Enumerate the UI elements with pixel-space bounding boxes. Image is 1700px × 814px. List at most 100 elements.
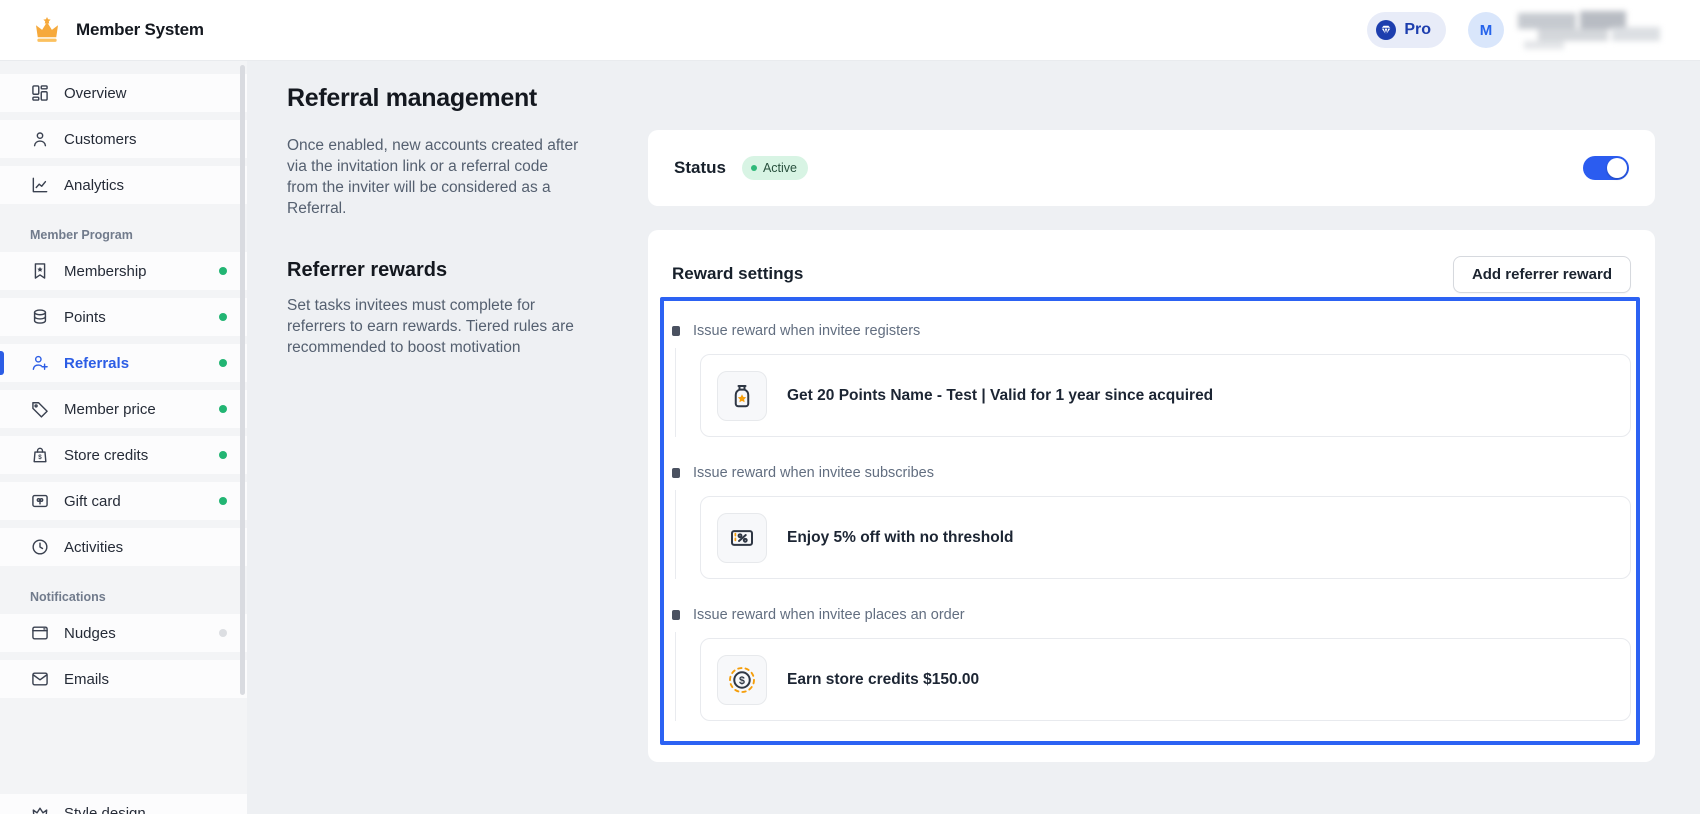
coupon-icon — [717, 513, 767, 563]
reward-group-order: Issue reward when invitee places an orde… — [672, 606, 1631, 721]
reward-settings-header: Reward settings Add referrer reward — [672, 256, 1631, 292]
status-label: Status — [674, 158, 726, 178]
sidebar-item-style-design[interactable]: Style design — [0, 794, 247, 814]
referrer-rewards-title: Referrer rewards — [287, 259, 583, 282]
green-dot-icon — [751, 165, 757, 171]
sidebar-section-member-program: Member Program — [30, 228, 247, 246]
sidebar-item-member-price[interactable]: Member price — [0, 390, 247, 428]
gift-card-icon — [30, 491, 50, 511]
status-card: Status Active — [648, 130, 1655, 206]
svg-text:$: $ — [739, 675, 745, 687]
sidebar-item-label: Emails — [64, 671, 109, 688]
status-dot — [219, 497, 227, 505]
reward-group-registers: Issue reward when invitee registers Get … — [672, 322, 1631, 437]
group-label-row: Issue reward when invitee subscribes — [672, 464, 1631, 482]
redacted-username — [1518, 9, 1668, 51]
gem-icon — [1375, 19, 1397, 41]
sidebar-item-label: Activities — [64, 539, 123, 556]
shopping-bag-icon: $ — [30, 445, 50, 465]
points-jar-icon — [717, 371, 767, 421]
top-header: Member System Pro M — [0, 0, 1700, 61]
bullet-icon — [672, 610, 680, 620]
toggle-knob — [1607, 158, 1627, 178]
sidebar-item-referrals[interactable]: Referrals — [0, 344, 247, 382]
app-logo: Member System — [32, 15, 204, 45]
person-plus-icon — [30, 353, 50, 373]
crown-outline-icon — [30, 803, 50, 814]
envelope-icon — [30, 669, 50, 689]
pro-badge-label: Pro — [1404, 21, 1431, 39]
status-badge-label: Active — [763, 161, 797, 175]
sidebar-scrollbar[interactable] — [240, 65, 245, 695]
reward-description: Earn store credits $150.00 — [787, 671, 979, 689]
sidebar-item-nudges[interactable]: Nudges — [0, 614, 247, 652]
coin-dollar-icon: $ — [717, 655, 767, 705]
reward-description: Get 20 Points Name - Test | Valid for 1 … — [787, 387, 1213, 405]
sidebar-item-label: Referrals — [64, 355, 129, 372]
sidebar-item-label: Customers — [64, 131, 137, 148]
app-title: Member System — [76, 20, 204, 40]
page-description: Once enabled, new accounts created after… — [287, 135, 583, 219]
reward-groups: Issue reward when invitee registers Get … — [672, 322, 1631, 721]
sidebar-item-activities[interactable]: Activities — [0, 528, 247, 566]
sidebar-item-label: Member price — [64, 401, 156, 418]
group-condition: Issue reward when invitee subscribes — [693, 465, 934, 481]
header-right: Pro M — [1367, 9, 1668, 51]
right-column: Status Active Reward settings Add referr… — [648, 130, 1655, 762]
coins-icon — [30, 307, 50, 327]
sidebar-item-label: Style design — [64, 805, 146, 814]
sidebar-section-notifications: Notifications — [30, 590, 247, 608]
indent-guide — [675, 490, 676, 579]
group-label-row: Issue reward when invitee registers — [672, 322, 1631, 340]
line-chart-icon — [30, 175, 50, 195]
avatar[interactable]: M — [1468, 12, 1504, 48]
sidebar-item-label: Gift card — [64, 493, 121, 510]
status-badge: Active — [742, 156, 808, 180]
left-column: Referral management Once enabled, new ac… — [287, 84, 583, 358]
browser-window-icon — [30, 623, 50, 643]
page: Member System Pro M — [0, 0, 1700, 814]
referrer-rewards-description: Set tasks invitees must complete for ref… — [287, 295, 583, 358]
sidebar: Overview Customers Analytics Member Prog… — [0, 61, 247, 814]
sidebar-item-analytics[interactable]: Analytics — [0, 166, 247, 204]
active-indicator — [0, 351, 4, 375]
reward-item[interactable]: Get 20 Points Name - Test | Valid for 1 … — [700, 354, 1631, 437]
status-toggle[interactable] — [1583, 156, 1629, 180]
person-icon — [30, 129, 50, 149]
sidebar-item-label: Points — [64, 309, 106, 326]
reward-item[interactable]: $ Earn store credits $150.00 — [700, 638, 1631, 721]
sidebar-item-store-credits[interactable]: $ Store credits — [0, 436, 247, 474]
status-dot — [219, 451, 227, 459]
crown-icon — [32, 15, 62, 45]
sidebar-item-gift-card[interactable]: Gift card — [0, 482, 247, 520]
sidebar-item-label: Overview — [64, 85, 127, 102]
sidebar-item-points[interactable]: Points — [0, 298, 247, 336]
sidebar-item-emails[interactable]: Emails — [0, 660, 247, 698]
sidebar-item-label: Analytics — [64, 177, 124, 194]
reward-item[interactable]: Enjoy 5% off with no threshold — [700, 496, 1631, 579]
sidebar-item-membership[interactable]: Membership — [0, 252, 247, 290]
status-dot — [219, 359, 227, 367]
svg-text:$: $ — [38, 454, 42, 461]
pro-badge[interactable]: Pro — [1367, 12, 1446, 48]
sidebar-item-overview[interactable]: Overview — [0, 74, 247, 112]
group-condition: Issue reward when invitee places an orde… — [693, 607, 965, 623]
sidebar-item-label: Membership — [64, 263, 147, 280]
reward-group-subscribes: Issue reward when invitee subscribes Enj… — [672, 464, 1631, 579]
reward-description: Enjoy 5% off with no threshold — [787, 529, 1013, 547]
indent-guide — [675, 348, 676, 437]
reward-settings-title: Reward settings — [672, 264, 803, 284]
price-tag-icon — [30, 399, 50, 419]
badge-star-icon — [30, 261, 50, 281]
kanban-icon — [30, 83, 50, 103]
group-condition: Issue reward when invitee registers — [693, 323, 920, 339]
add-referrer-reward-button[interactable]: Add referrer reward — [1453, 256, 1631, 293]
status-dot — [219, 313, 227, 321]
indent-guide — [675, 632, 676, 721]
page-title: Referral management — [287, 84, 583, 113]
bullet-icon — [672, 326, 680, 336]
bullet-icon — [672, 468, 680, 478]
status-dot — [219, 405, 227, 413]
sidebar-item-customers[interactable]: Customers — [0, 120, 247, 158]
clock-icon — [30, 537, 50, 557]
